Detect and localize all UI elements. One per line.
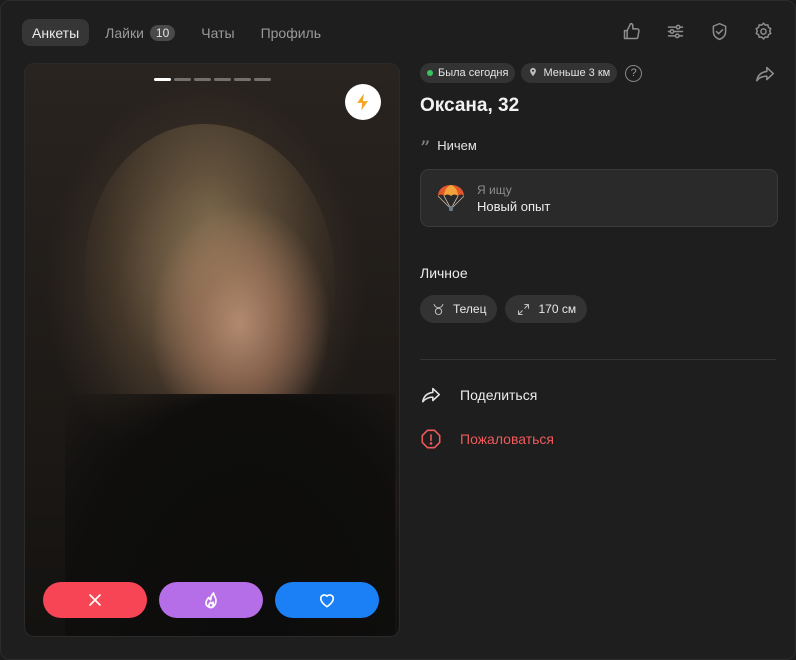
app-window: Анкеты Лайки 10 Чаты Профиль Была сегодн… <box>0 0 796 660</box>
photo-page-dot[interactable] <box>194 78 211 81</box>
profile-panel: Была сегодня Меньше 3 км ? Оксана, 32 ” … <box>420 63 778 450</box>
bio-text: Ничем <box>437 137 477 153</box>
share-icon[interactable] <box>754 63 778 87</box>
profile-name: Оксана, 32 <box>420 95 520 116</box>
photo-page-dot[interactable] <box>174 78 191 81</box>
top-nav: Анкеты Лайки 10 Чаты Профиль <box>22 19 331 46</box>
height-text: 170 см <box>538 302 577 316</box>
photo-page-dot[interactable] <box>154 78 171 81</box>
report-button[interactable]: Пожаловаться <box>420 428 778 450</box>
tab-likes[interactable]: Лайки 10 <box>95 19 185 46</box>
sliders-icon[interactable] <box>663 19 687 43</box>
share-button[interactable]: Поделиться <box>420 384 778 406</box>
quote-icon: ” <box>420 136 431 160</box>
dislike-button[interactable] <box>43 582 147 618</box>
looking-for-label: Я ищу <box>477 182 512 197</box>
profile-bio: ” Ничем <box>420 136 778 160</box>
close-icon <box>89 594 101 606</box>
online-status-badge: Была сегодня <box>420 63 516 83</box>
zodiac-text: Телец <box>453 302 487 316</box>
tab-label: Профиль <box>260 24 321 41</box>
looking-for-value: Новый опыт <box>477 198 551 214</box>
photo-page-dot[interactable] <box>234 78 251 81</box>
profile-photo[interactable] <box>24 63 400 637</box>
distance-text: Меньше 3 км <box>543 67 611 79</box>
warning-icon <box>421 429 441 449</box>
taurus-icon <box>433 303 444 315</box>
tab-profile[interactable]: Профиль <box>251 19 331 46</box>
lightning-icon[interactable] <box>345 84 381 120</box>
flame-icon <box>205 592 217 609</box>
help-icon[interactable]: ? <box>625 64 643 82</box>
height-icon <box>518 303 530 315</box>
photo-page-dot[interactable] <box>214 78 231 81</box>
photo-page-dot[interactable] <box>254 78 271 81</box>
height-chip: 170 см <box>505 295 588 323</box>
status-row: Была сегодня Меньше 3 км ? <box>420 63 778 83</box>
tab-ankety[interactable]: Анкеты <box>22 19 90 46</box>
online-dot-icon <box>427 70 433 76</box>
parachute-icon <box>437 185 465 211</box>
photo-pagination <box>154 78 271 81</box>
report-label: Пожаловаться <box>460 431 555 447</box>
status-text: Была сегодня <box>438 67 509 79</box>
heart-icon <box>319 594 335 608</box>
share-label: Поделиться <box>460 387 538 403</box>
location-pin-icon <box>528 67 538 80</box>
share-icon <box>421 387 441 403</box>
action-buttons <box>43 582 379 618</box>
likes-count-badge: 10 <box>149 24 176 41</box>
like-button[interactable] <box>275 582 379 618</box>
tab-label: Анкеты <box>32 24 80 41</box>
distance-badge: Меньше 3 км <box>521 63 618 83</box>
super-like-button[interactable] <box>159 582 263 618</box>
thumb-up-icon[interactable] <box>619 19 643 43</box>
zodiac-chip: Телец <box>420 295 498 323</box>
shield-check-icon[interactable] <box>707 19 731 43</box>
divider <box>420 359 776 360</box>
nav-icons <box>619 19 775 43</box>
tab-label: Чаты <box>201 24 235 41</box>
photo-content <box>85 124 335 424</box>
tab-chats[interactable]: Чаты <box>191 19 244 46</box>
personal-chips: Телец 170 см <box>420 295 778 323</box>
gear-icon[interactable] <box>751 19 775 43</box>
tab-label: Лайки <box>105 24 144 41</box>
personal-section-title: Личное <box>420 265 468 281</box>
looking-for-card: Я ищу Новый опыт <box>420 169 778 227</box>
